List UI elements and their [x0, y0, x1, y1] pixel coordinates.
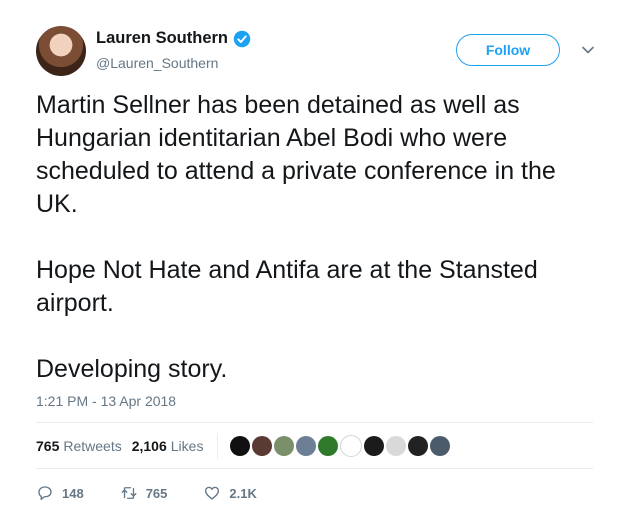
liker-avatar[interactable] [318, 436, 339, 456]
likes-label: Likes [170, 438, 204, 454]
retweets-stat[interactable]: 765 Retweets [36, 438, 122, 454]
chevron-down-icon[interactable] [580, 44, 596, 56]
likes-count: 2,106 [131, 438, 167, 454]
liker-avatar[interactable] [430, 436, 451, 456]
like-count: 2.1K [229, 485, 257, 501]
name-row: Lauren Southern [96, 29, 251, 48]
reply-icon [38, 486, 52, 501]
likes-stat[interactable]: 2,106 Likes [132, 438, 204, 454]
tweet-actions: 148 765 2.1K [36, 484, 293, 502]
retweets-label: Retweets [63, 438, 122, 454]
display-name[interactable]: Lauren Southern [96, 29, 228, 48]
verified-badge-icon [233, 30, 251, 47]
divider [36, 422, 593, 423]
tweet-text: Martin Sellner has been detained as well… [36, 91, 556, 383]
liker-avatar[interactable] [274, 436, 295, 456]
liker-avatar[interactable] [230, 436, 251, 456]
retweet-icon [121, 487, 137, 499]
divider [36, 468, 593, 469]
follow-button[interactable]: Follow [456, 34, 560, 66]
like-button[interactable]: 2.1K [203, 484, 257, 502]
liker-avatars [230, 435, 451, 457]
liker-avatar[interactable] [340, 435, 363, 457]
liker-avatar[interactable] [364, 436, 385, 456]
avatar[interactable] [36, 26, 86, 76]
liker-avatar[interactable] [252, 436, 273, 456]
retweet-button[interactable]: 765 [120, 484, 168, 502]
liker-avatar[interactable] [386, 436, 407, 456]
tweet-header: Lauren Southern @Lauren_Southern Follow [36, 26, 606, 80]
reply-count: 148 [62, 485, 84, 501]
tweet-card: Lauren Southern @Lauren_Southern Follow … [0, 0, 629, 519]
reply-button[interactable]: 148 [36, 484, 84, 502]
liker-avatar[interactable] [296, 436, 317, 456]
liker-avatar[interactable] [408, 436, 429, 456]
user-handle[interactable]: @Lauren_Southern [96, 55, 218, 71]
tweet-stats: 765 Retweets 2,106 Likes [36, 433, 451, 459]
retweet-count: 765 [145, 485, 168, 501]
retweets-count: 765 [36, 438, 60, 454]
tweet-timestamp[interactable]: 1:21 PM - 13 Apr 2018 [36, 393, 176, 409]
stats-separator [217, 433, 219, 459]
heart-icon [205, 486, 220, 500]
